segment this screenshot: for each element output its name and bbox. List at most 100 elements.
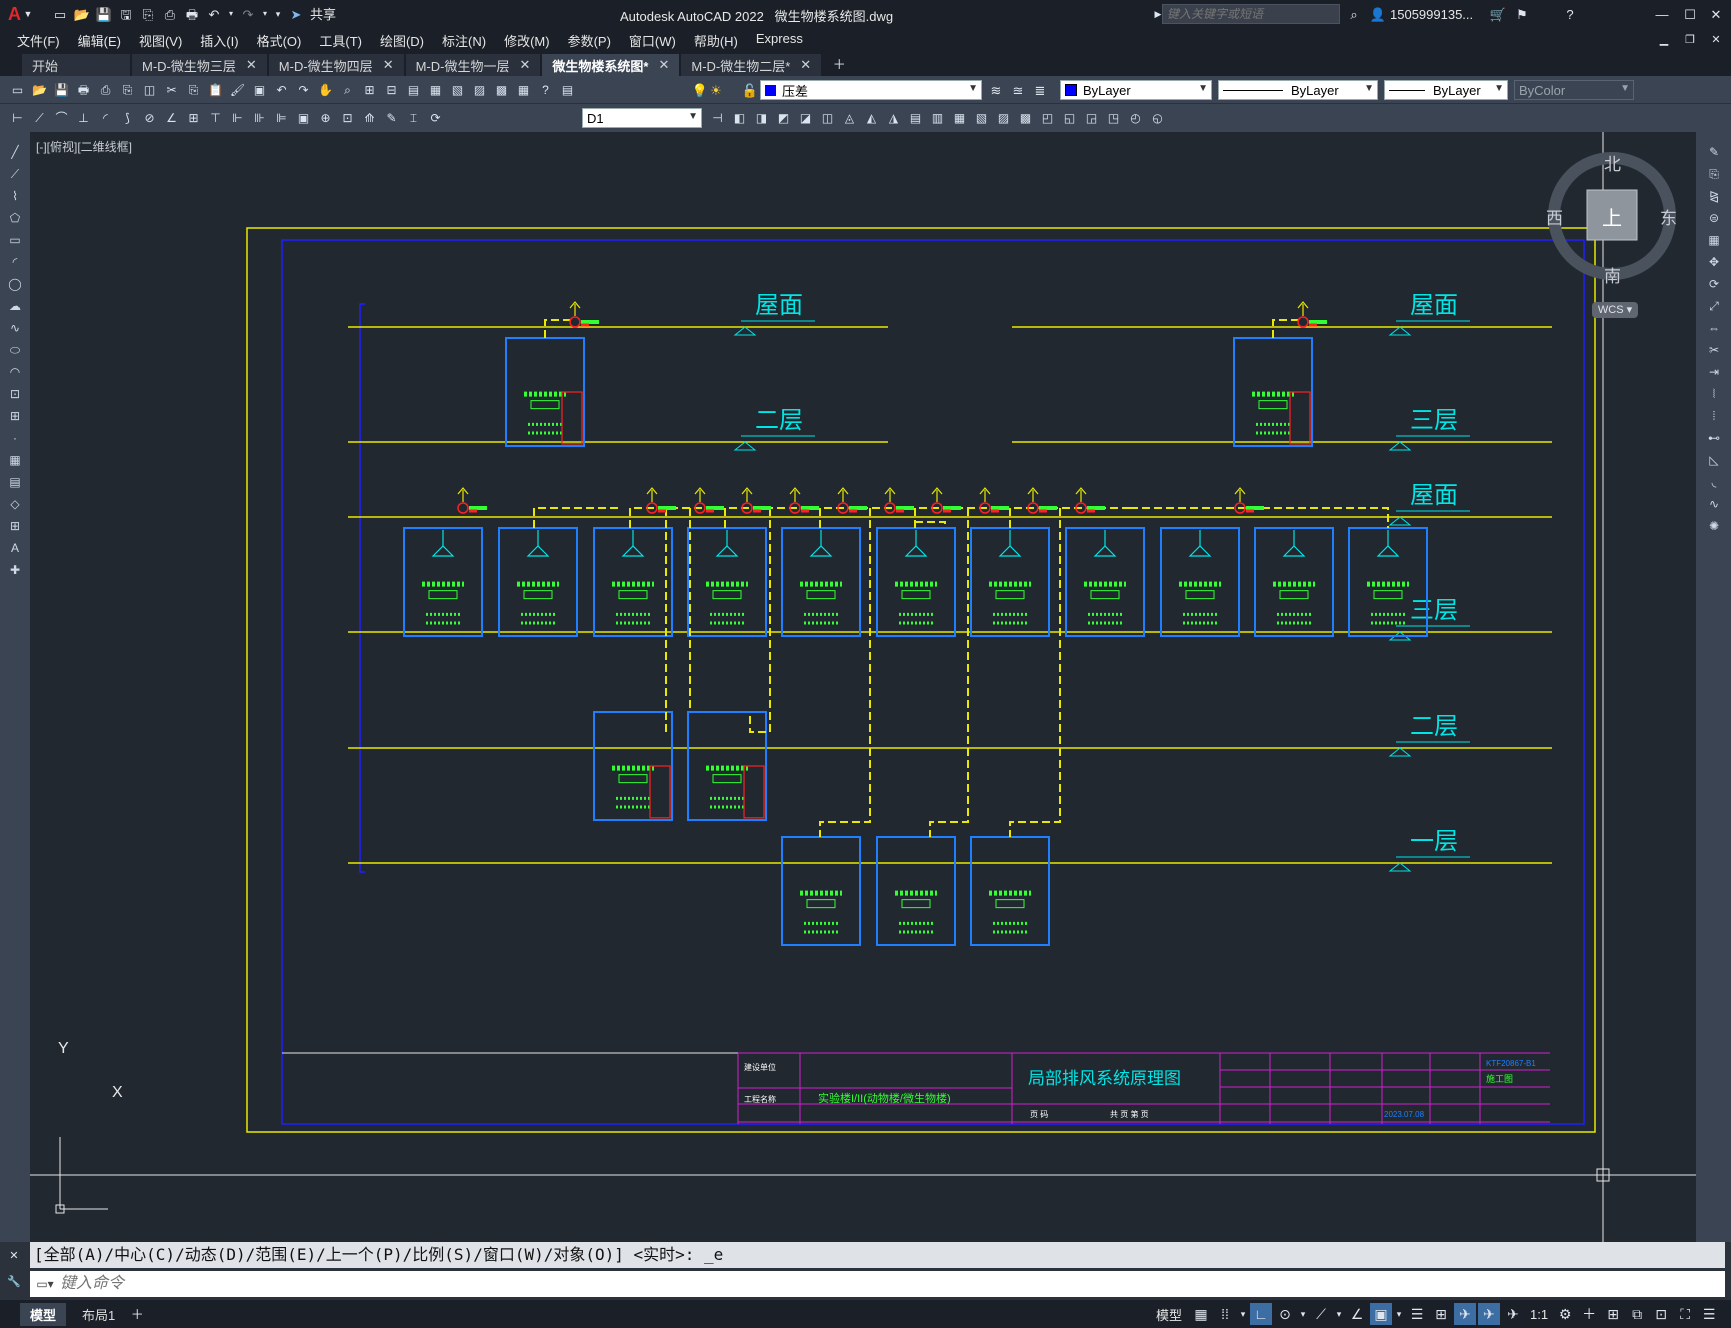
status-polar-dropdown-icon[interactable]: ▾ — [1298, 1303, 1308, 1325]
dim-baseline-icon[interactable]: ⊤ — [206, 108, 225, 127]
polygon-icon[interactable]: ⬠ — [5, 210, 25, 226]
sheet-set-icon[interactable]: ▨ — [470, 80, 489, 99]
user-name[interactable]: 1505999135... — [1390, 7, 1473, 22]
add-selected-icon[interactable]: ✚ — [5, 562, 25, 578]
mtext-icon[interactable]: A — [5, 540, 25, 556]
paste-icon[interactable]: 📋 — [206, 80, 225, 99]
file-tab-3[interactable]: M-D-微生物一层 ✕ — [405, 54, 541, 76]
inspection-icon[interactable]: ⊡ — [338, 108, 357, 127]
match-properties-icon[interactable]: 🖌 — [228, 80, 247, 99]
chamfer-icon[interactable]: ◺ — [1704, 452, 1724, 468]
save-web-icon[interactable]: ⎙ — [160, 4, 180, 24]
status-units-icon[interactable]: ⊞ — [1602, 1303, 1624, 1325]
status-isodraft-icon[interactable]: ⟋ — [1310, 1303, 1332, 1325]
group-icon[interactable]: ◮ — [884, 108, 903, 127]
erase-icon[interactable]: ✎ — [1704, 144, 1724, 160]
offset-icon[interactable]: ⊜ — [1704, 210, 1724, 226]
layout-tab-layout1[interactable]: 布局1 — [72, 1303, 125, 1326]
app-menu-chevron-icon[interactable]: ▼ — [22, 4, 34, 24]
copy-object-icon[interactable]: ⎘ — [1704, 166, 1724, 182]
block-editor-icon[interactable]: ▣ — [250, 80, 269, 99]
hide-icon[interactable]: ▨ — [994, 108, 1013, 127]
color-dropdown[interactable]: ByLayer ▼ — [1060, 80, 1212, 100]
compass-west[interactable]: 西 — [1546, 204, 1563, 229]
redo-icon[interactable]: ↷ — [238, 4, 258, 24]
explode-icon[interactable]: ✺ — [1704, 518, 1724, 534]
layer-match-icon[interactable]: ≊ — [1008, 80, 1028, 100]
qnew-icon[interactable]: ▭ — [8, 80, 27, 99]
menu-item-12[interactable]: Express — [747, 31, 812, 50]
cut-icon[interactable]: ✂ — [162, 80, 181, 99]
command-input[interactable] — [60, 1273, 1725, 1295]
dim-ordinate-icon[interactable]: ⊥ — [74, 108, 93, 127]
open-icon[interactable]: 📂 — [30, 80, 49, 99]
quickcalc-icon[interactable]: ▦ — [514, 80, 533, 99]
draw-order-above-icon[interactable]: ◩ — [774, 108, 793, 127]
command-prompt-icon[interactable]: ▭▾ — [30, 1274, 60, 1294]
lineweight-dropdown[interactable]: ByLayer ▼ — [1384, 80, 1508, 100]
status-grid-icon[interactable]: ▦ — [1190, 1303, 1212, 1325]
help-icon[interactable]: ? — [1560, 4, 1580, 24]
menu-item-7[interactable]: 标注(N) — [433, 31, 495, 50]
tab-close-icon[interactable]: ✕ — [383, 57, 394, 73]
mirror-icon[interactable]: ⧎ — [1704, 188, 1724, 204]
dim-jogged-icon[interactable]: ⟆ — [118, 108, 137, 127]
status-lineweight-icon[interactable]: ☰ — [1406, 1303, 1428, 1325]
menu-item-1[interactable]: 编辑(E) — [69, 31, 130, 50]
tab-close-icon[interactable]: ✕ — [519, 57, 530, 73]
isolate-icon[interactable]: ▧ — [972, 108, 991, 127]
status-annotation-visibility-icon[interactable]: ✈ — [1454, 1303, 1477, 1325]
compass-east[interactable]: 东 — [1660, 204, 1677, 229]
tool-palettes-icon[interactable]: ▧ — [448, 80, 467, 99]
zoom-previous-icon[interactable]: ⊟ — [382, 80, 401, 99]
tab-close-icon[interactable]: ✕ — [246, 57, 257, 73]
snap-icon[interactable]: ◳ — [1104, 108, 1123, 127]
status-snap-dropdown-icon[interactable]: ▾ — [1238, 1303, 1248, 1325]
table-icon[interactable]: ⊞ — [5, 518, 25, 534]
break-icon[interactable]: ⦙ — [1704, 408, 1724, 424]
open-file-icon[interactable]: 📂 — [72, 4, 92, 24]
rotate-icon[interactable]: ⟳ — [1704, 276, 1724, 292]
break-at-point-icon[interactable]: ⦚ — [1704, 386, 1724, 402]
bring-hatches-icon[interactable]: ◭ — [862, 108, 881, 127]
move-icon[interactable]: ✥ — [1704, 254, 1724, 270]
draw-order-front-icon[interactable]: ◧ — [730, 108, 749, 127]
new-file-icon[interactable]: ▭ — [50, 4, 70, 24]
menu-item-2[interactable]: 视图(V) — [130, 31, 191, 50]
menu-item-4[interactable]: 格式(O) — [248, 31, 311, 50]
status-transparency-icon[interactable]: ⊞ — [1430, 1303, 1452, 1325]
scale-icon[interactable]: ⤢ — [1704, 298, 1724, 314]
bring-annotations-icon[interactable]: ◬ — [840, 108, 859, 127]
grid-icon[interactable]: ◴ — [1126, 108, 1145, 127]
menu-item-8[interactable]: 修改(M) — [495, 31, 559, 50]
layout-tab-model[interactable]: 模型 — [20, 1302, 67, 1326]
save-icon[interactable]: 💾 — [52, 80, 71, 99]
line-icon[interactable]: ╱ — [5, 144, 25, 160]
plot-icon[interactable]: 🖶 — [182, 4, 202, 24]
autodesk-app-icon[interactable]: ⚑ — [1512, 4, 1532, 24]
menu-item-10[interactable]: 窗口(W) — [620, 31, 685, 50]
layer-dropdown[interactable]: 压差 ▼ — [760, 80, 982, 100]
command-close-icon[interactable]: ✕ — [4, 1246, 24, 1266]
file-tab-5[interactable]: M-D-微生物二层* ✕ — [681, 54, 822, 76]
dim-update-icon[interactable]: ⟳ — [426, 108, 445, 127]
stretch-icon[interactable]: ⇔ — [1704, 320, 1724, 336]
join-icon[interactable]: ⊷ — [1704, 430, 1724, 446]
menu-item-9[interactable]: 参数(P) — [559, 31, 620, 50]
close-icon[interactable]: ✕ — [1706, 4, 1726, 24]
status-ortho-icon[interactable]: ∟ — [1250, 1303, 1273, 1325]
dim-text-edit-icon[interactable]: ⌶ — [404, 108, 423, 127]
plot-preview-icon[interactable]: ⎙ — [96, 80, 115, 99]
new-tab-icon[interactable]: ＋ — [829, 54, 849, 74]
array-icon[interactable]: ▦ — [1704, 232, 1724, 248]
doc-restore-icon[interactable]: ❐ — [1680, 30, 1700, 50]
lineweight-icon[interactable]: ◵ — [1148, 108, 1167, 127]
status-annotation-scale-icon[interactable]: ✈ — [1502, 1303, 1524, 1325]
point-icon[interactable]: · — [5, 430, 25, 446]
menu-item-0[interactable]: 文件(F) — [8, 31, 69, 50]
dim-space-icon[interactable]: ⊪ — [250, 108, 269, 127]
layer-previous-icon[interactable]: ≣ — [1030, 80, 1050, 100]
quick-dim-icon[interactable]: ⊞ — [184, 108, 203, 127]
save-icon[interactable]: 💾 — [94, 4, 114, 24]
spline-icon[interactable]: ∿ — [5, 320, 25, 336]
